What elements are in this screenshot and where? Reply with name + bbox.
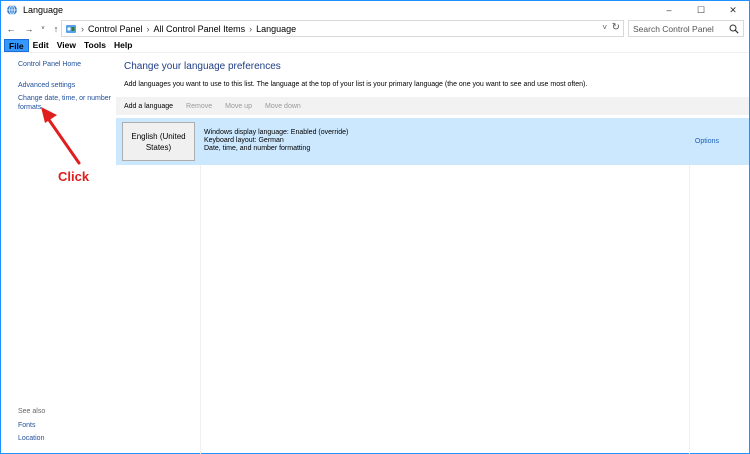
menu-help[interactable]: Help bbox=[110, 39, 136, 52]
recent-chevron-icon[interactable]: ˅ bbox=[37, 22, 49, 36]
annotation-arrow-icon bbox=[41, 107, 81, 165]
move-up-button[interactable]: Move up bbox=[220, 103, 257, 110]
search-input[interactable] bbox=[633, 23, 728, 34]
menu-edit[interactable]: Edit bbox=[29, 39, 53, 52]
menu-file[interactable]: File bbox=[4, 39, 29, 52]
title-bar: Language – ☐ ✕ bbox=[1, 1, 749, 19]
formatting-status: Date, time, and number formatting bbox=[204, 145, 311, 152]
close-button[interactable]: ✕ bbox=[717, 1, 749, 19]
breadcrumb-language[interactable]: Language bbox=[256, 24, 296, 34]
see-also-heading: See also bbox=[18, 408, 46, 415]
forward-arrow-icon[interactable]: → bbox=[23, 22, 35, 36]
page-description: Add languages you want to use to this li… bbox=[124, 81, 588, 88]
move-down-button[interactable]: Move down bbox=[260, 103, 306, 110]
refresh-icon[interactable]: ↻ bbox=[612, 22, 620, 33]
breadcrumb-control-panel[interactable]: Control Panel bbox=[88, 24, 143, 34]
language-app-icon bbox=[7, 4, 17, 16]
search-box[interactable] bbox=[628, 20, 744, 37]
breadcrumb-separator-icon: › bbox=[249, 23, 253, 34]
address-dropdown-icon[interactable]: ˅ bbox=[602, 23, 607, 32]
language-window: Language – ☐ ✕ ← → ˅ ↑ › Control Panel ›… bbox=[0, 0, 750, 454]
remove-button[interactable]: Remove bbox=[181, 103, 217, 110]
breadcrumb-separator-icon: › bbox=[146, 23, 150, 34]
location-link[interactable]: Location bbox=[18, 434, 113, 443]
search-icon[interactable] bbox=[729, 24, 739, 34]
menu-view[interactable]: View bbox=[53, 39, 80, 52]
menu-tools[interactable]: Tools bbox=[80, 39, 110, 52]
language-tile[interactable]: English (United States) bbox=[122, 122, 195, 161]
language-list-item[interactable]: English (United States) Windows display … bbox=[116, 118, 749, 165]
menu-bar: File Edit View Tools Help bbox=[1, 39, 749, 53]
display-language-status: Windows display language: Enabled (overr… bbox=[204, 129, 349, 136]
control-panel-icon bbox=[66, 24, 76, 33]
language-toolbar: Add a language Remove Move up Move down bbox=[116, 97, 749, 115]
breadcrumb-separator-icon: › bbox=[81, 23, 84, 34]
control-panel-home-link[interactable]: Control Panel Home bbox=[18, 60, 113, 69]
back-arrow-icon[interactable]: ← bbox=[5, 22, 17, 36]
keyboard-layout-status: Keyboard layout: German bbox=[204, 137, 284, 144]
window-title: Language bbox=[23, 5, 64, 15]
annotation-click-label: Click bbox=[58, 169, 90, 184]
main-content: Change your language preferences Add lan… bbox=[116, 54, 749, 454]
column-divider bbox=[689, 165, 690, 454]
fonts-link[interactable]: Fonts bbox=[18, 421, 113, 430]
minimize-button[interactable]: – bbox=[653, 1, 685, 19]
options-link[interactable]: Options bbox=[695, 138, 719, 145]
address-row: ← → ˅ ↑ › Control Panel › All Control Pa… bbox=[1, 19, 749, 39]
column-divider bbox=[200, 165, 201, 454]
maximize-button[interactable]: ☐ bbox=[685, 1, 717, 19]
page-title: Change your language preferences bbox=[124, 61, 281, 72]
address-bar[interactable]: › Control Panel › All Control Panel Item… bbox=[61, 20, 624, 37]
advanced-settings-link[interactable]: Advanced settings bbox=[18, 81, 113, 90]
breadcrumb-all-items[interactable]: All Control Panel Items bbox=[154, 24, 246, 34]
add-language-button[interactable]: Add a language bbox=[119, 103, 178, 110]
